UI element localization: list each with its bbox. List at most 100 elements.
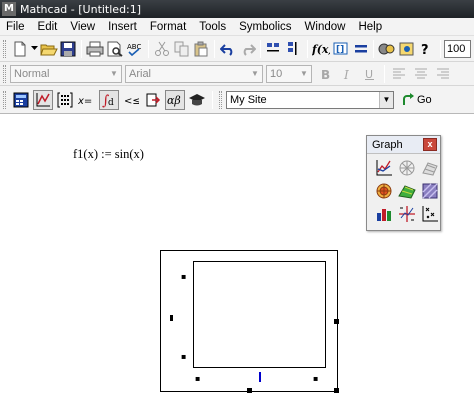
close-icon[interactable]: x — [423, 138, 437, 151]
menu-view[interactable]: View — [64, 21, 102, 33]
new-document-icon[interactable] — [11, 39, 29, 59]
svg-text:d: d — [108, 98, 114, 108]
evaluation-toolbar-icon[interactable]: x= — [77, 90, 97, 110]
italic-icon[interactable]: I — [338, 64, 358, 84]
toolbar-separator — [212, 90, 213, 109]
font-size-select[interactable]: 10 ▼ — [266, 64, 312, 83]
contour-plot-icon[interactable] — [374, 181, 394, 201]
math-toolbar: x= ∫ d <≤ αβ My Site ▼ Go — [0, 86, 474, 114]
calculus-toolbar-icon[interactable]: ∫ d — [99, 89, 119, 110]
toolbar-grip[interactable] — [3, 90, 6, 109]
menu-symbolics[interactable]: Symbolics — [233, 21, 298, 33]
align-center-icon[interactable] — [411, 64, 431, 84]
copy-icon[interactable] — [173, 39, 191, 59]
y-axis-expression-placeholder[interactable] — [170, 315, 173, 321]
y-min-placeholder[interactable]: ▪ — [181, 353, 186, 361]
resize-handle-corner[interactable] — [334, 388, 339, 393]
insert-unit-icon[interactable]: [] — [332, 39, 350, 59]
undo-arrow-icon[interactable] — [219, 39, 237, 59]
print-preview-icon[interactable] — [106, 39, 124, 59]
programming-toolbar-icon[interactable] — [143, 90, 163, 110]
menu-file[interactable]: File — [0, 21, 32, 33]
boolean-toolbar-icon[interactable]: <≤ — [121, 90, 141, 110]
chevron-down-icon[interactable]: ▼ — [297, 66, 311, 82]
font-value: Arial — [129, 67, 152, 80]
calculator-toolbar-icon[interactable] — [11, 90, 31, 110]
toolbar-grip[interactable] — [219, 90, 222, 109]
svg-text:<≤: <≤ — [124, 96, 139, 107]
menu-insert[interactable]: Insert — [102, 21, 144, 33]
menu-tools[interactable]: Tools — [193, 21, 233, 33]
calculate-equals-icon[interactable] — [352, 39, 370, 59]
go-arrow-icon — [403, 92, 414, 105]
zoom-icon[interactable] — [397, 204, 417, 224]
3d-scatter-icon[interactable] — [397, 181, 417, 201]
insert-function-icon[interactable]: f(x) — [312, 39, 330, 59]
function-definition[interactable]: f1(x) := sin(x) — [73, 147, 144, 162]
redo-arrow-icon[interactable] — [239, 39, 257, 59]
polar-plot-icon[interactable] — [397, 158, 417, 178]
bold-icon[interactable]: B — [316, 64, 336, 84]
x-axis-expression-cursor[interactable] — [259, 372, 261, 382]
underline-icon[interactable]: U — [360, 64, 380, 84]
menu-edit[interactable]: Edit — [32, 21, 65, 33]
matrix-toolbar-icon[interactable] — [55, 90, 75, 110]
go-label: Go — [417, 93, 432, 106]
spell-check-icon[interactable]: ABC — [126, 39, 144, 59]
chevron-down-icon[interactable]: ▼ — [248, 66, 262, 82]
toolbar-separator — [373, 39, 375, 58]
menu-help[interactable]: Help — [352, 21, 389, 33]
greek-toolbar-icon[interactable]: αβ — [165, 89, 185, 110]
symbolic-graduation-cap-icon[interactable] — [187, 90, 207, 110]
xy-plot-area[interactable] — [193, 261, 326, 368]
x-min-placeholder[interactable]: ▪ — [195, 375, 200, 383]
chevron-down-icon[interactable]: ▼ — [379, 91, 393, 108]
go-button[interactable]: Go — [401, 92, 432, 107]
style-select[interactable]: Normal ▼ — [10, 64, 122, 83]
toolbar-grip[interactable] — [3, 64, 6, 83]
graph-palette: Graph x — [366, 135, 441, 231]
zoom-select[interactable]: 100 — [443, 39, 471, 58]
graph-toolbar-icon[interactable] — [33, 89, 53, 110]
vector-field-icon[interactable] — [374, 204, 394, 224]
help-question-icon[interactable]: ? — [418, 39, 436, 59]
toolbar-separator — [81, 39, 83, 58]
toolbar-separator — [214, 39, 216, 58]
insert-component-icon[interactable] — [378, 39, 396, 59]
resource-site-select[interactable]: My Site ▼ — [226, 90, 394, 109]
print-icon[interactable] — [86, 39, 104, 59]
3d-bar-icon[interactable] — [420, 181, 440, 201]
xy-plot-icon[interactable] — [374, 158, 394, 178]
save-disk-icon[interactable] — [60, 39, 78, 59]
resize-handle-right[interactable] — [334, 319, 339, 324]
zoom-value: 100 — [446, 42, 466, 55]
site-value: My Site — [230, 93, 267, 106]
menu-bar: File Edit View Insert Format Tools Symbo… — [0, 18, 474, 36]
menu-window[interactable]: Window — [299, 21, 353, 33]
menu-format[interactable]: Format — [144, 21, 193, 33]
cut-scissors-icon[interactable] — [153, 39, 171, 59]
svg-text:αβ: αβ — [167, 94, 181, 107]
y-max-placeholder[interactable]: ▪ — [181, 273, 186, 281]
open-folder-icon[interactable] — [39, 39, 58, 59]
chevron-down-icon[interactable]: ▼ — [107, 66, 121, 82]
x-max-placeholder[interactable]: ▪ — [313, 375, 318, 383]
align-left-icon[interactable] — [389, 64, 409, 84]
trace-icon[interactable] — [420, 204, 440, 224]
resources-icon[interactable] — [398, 39, 416, 59]
toolbar-separator — [306, 39, 308, 58]
graph-palette-titlebar[interactable]: Graph x — [367, 136, 440, 154]
surface-plot-icon[interactable] — [420, 158, 440, 178]
svg-text:x=: x= — [78, 96, 92, 107]
new-dropdown-chevron-icon[interactable] — [30, 39, 38, 59]
align-right-icon[interactable] — [433, 64, 453, 84]
resize-handle-bottom[interactable] — [247, 388, 252, 393]
font-select[interactable]: Arial ▼ — [125, 64, 263, 83]
window-title: Mathcad - [Untitled:1] — [20, 2, 142, 16]
paste-clipboard-icon[interactable] — [193, 39, 211, 59]
align-down-icon[interactable] — [285, 39, 303, 59]
mathcad-logo-icon[interactable]: M — [2, 2, 16, 16]
align-across-icon[interactable] — [265, 39, 283, 59]
graph-palette-title: Graph — [372, 138, 403, 151]
toolbar-grip[interactable] — [3, 39, 6, 58]
